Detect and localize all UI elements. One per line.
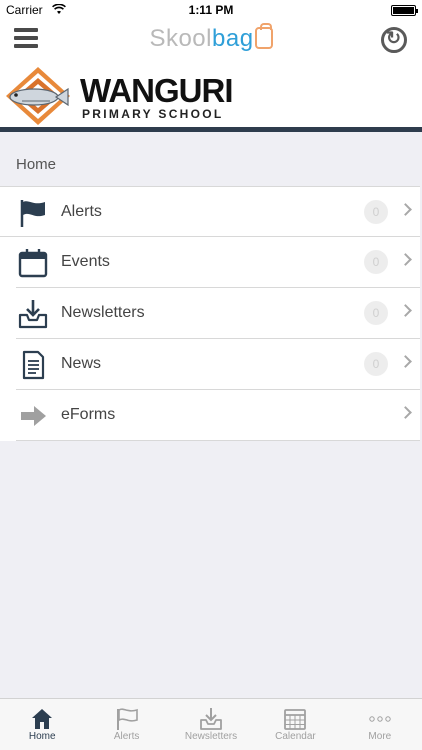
calendar-icon <box>18 249 48 278</box>
tab-label: Alerts <box>113 731 140 742</box>
tab-label: More <box>368 731 392 742</box>
count-badge: 0 <box>364 250 388 274</box>
flag-icon <box>116 708 138 730</box>
brand-name-part2: bag <box>212 25 254 52</box>
menu-item-eforms[interactable]: eForms <box>16 390 420 441</box>
menu-item-label: Events <box>61 253 110 270</box>
brand-name-part1: Skool <box>149 25 212 52</box>
chevron-right-icon <box>399 203 412 216</box>
menu-list: Alerts 0 Events 0 Newsletters 0 News 0 e… <box>0 186 420 441</box>
tab-calendar[interactable]: Calendar <box>253 699 337 750</box>
tab-more[interactable]: More <box>338 699 422 750</box>
sync-icon[interactable] <box>381 27 407 53</box>
menu-item-news[interactable]: News 0 <box>16 339 420 390</box>
section-title: Home <box>16 156 57 173</box>
menu-item-label: Newsletters <box>61 304 145 321</box>
tab-label: Calendar <box>275 731 316 742</box>
count-badge: 0 <box>364 352 388 376</box>
document-icon <box>22 350 45 380</box>
menu-item-newsletters[interactable]: Newsletters 0 <box>16 288 420 339</box>
chevron-right-icon <box>399 304 412 317</box>
battery-icon <box>391 5 418 16</box>
menu-item-alerts[interactable]: Alerts 0 <box>0 186 420 237</box>
chevron-right-icon <box>399 355 412 368</box>
home-icon <box>32 709 53 729</box>
count-badge: 0 <box>364 200 388 224</box>
flag-icon <box>20 200 45 227</box>
school-crest-icon <box>6 67 70 125</box>
app-screen: Carrier 1:11 PM Skoolbag WANGURI PRIMARY… <box>0 0 422 750</box>
menu-item-label: eForms <box>61 406 116 423</box>
school-banner: WANGURI PRIMARY SCHOOL <box>0 62 422 132</box>
inbox-download-icon <box>18 300 48 329</box>
chevron-right-icon <box>399 253 412 266</box>
app-logo: Skoolbag <box>0 23 422 53</box>
backpack-icon <box>254 23 273 49</box>
arrow-right-icon <box>21 406 46 426</box>
tab-alerts[interactable]: Alerts <box>84 699 168 750</box>
menu-item-events[interactable]: Events 0 <box>16 237 420 288</box>
more-dots-icon <box>369 716 391 722</box>
school-name: WANGURI <box>80 72 233 109</box>
chevron-right-icon <box>399 406 412 419</box>
menu-item-label: News <box>61 355 102 372</box>
clock: 1:11 PM <box>188 3 234 17</box>
calendar-grid-icon <box>284 709 307 730</box>
tab-home[interactable]: Home <box>0 699 84 750</box>
status-bar: Carrier 1:11 PM <box>0 0 422 20</box>
tab-newsletters[interactable]: Newsletters <box>169 699 253 750</box>
tab-label: Newsletters <box>184 731 238 742</box>
tab-label: Home <box>28 731 56 742</box>
nav-bar: Skoolbag <box>0 20 422 62</box>
tab-bar: Home Alerts Newsletters Calendar More <box>0 698 422 750</box>
count-badge: 0 <box>364 301 388 325</box>
menu-item-label: Alerts <box>61 203 102 220</box>
inbox-download-icon <box>200 708 222 730</box>
school-subtitle: PRIMARY SCHOOL <box>82 107 224 121</box>
